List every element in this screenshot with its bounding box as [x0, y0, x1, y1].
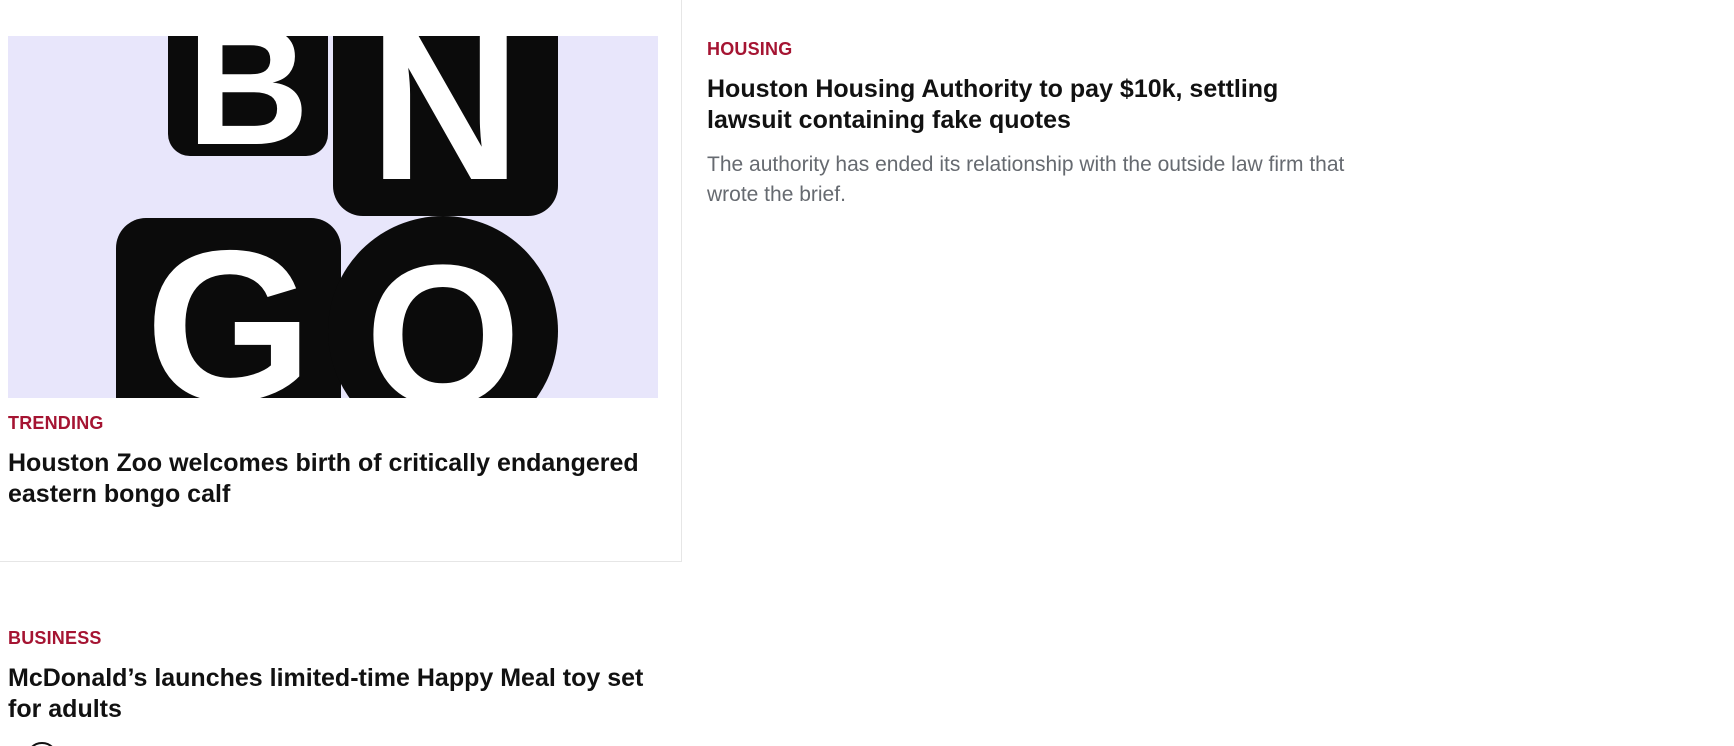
author-avatar: [26, 742, 58, 746]
dek-housing-authority: The authority has ended its relationship…: [707, 153, 1345, 206]
letter-n-tile: N: [333, 36, 558, 224]
headline-housing-authority[interactable]: Houston Housing Authority to pay $10k, s…: [707, 74, 1347, 136]
svg-text:B: B: [187, 36, 310, 181]
svg-text:N: N: [369, 36, 521, 224]
left-column: B N G O TRENDING Houston Zoo welcomes bi…: [0, 0, 682, 562]
svg-text:G: G: [145, 205, 312, 398]
kicker-housing[interactable]: HOUSING: [707, 38, 1347, 60]
bongo-thumbnail-image[interactable]: B N G O: [8, 36, 658, 398]
svg-text:O: O: [365, 224, 521, 398]
letter-b-tile: B: [168, 36, 328, 181]
story-card-trending: TRENDING Houston Zoo welcomes birth of c…: [8, 412, 658, 510]
kicker-trending[interactable]: TRENDING: [8, 412, 658, 434]
story-card-business: BUSINESS McDonald’s launches limited-tim…: [8, 627, 668, 725]
story-card-housing: HOUSING Houston Housing Authority to pay…: [707, 38, 1347, 210]
headline-mcdonalds[interactable]: McDonald’s launches limited-time Happy M…: [8, 663, 668, 725]
article-grid: B N G O TRENDING Houston Zoo welcomes bi…: [0, 0, 1734, 746]
letter-g-tile: G: [116, 205, 341, 398]
kicker-business[interactable]: BUSINESS: [8, 627, 668, 649]
headline-bongo-calf[interactable]: Houston Zoo welcomes birth of critically…: [8, 448, 658, 510]
